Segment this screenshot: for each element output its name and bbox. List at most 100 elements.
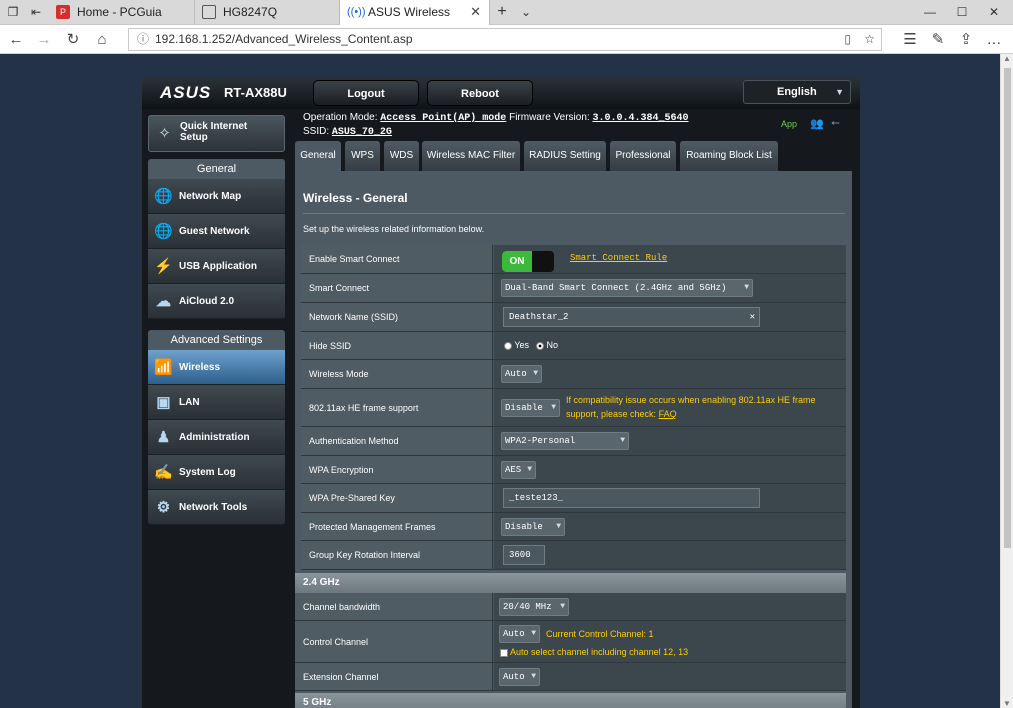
- note-text: If compatibility issue occurs when enabl…: [566, 395, 816, 419]
- close-window-icon[interactable]: ✕: [986, 4, 1002, 20]
- wpa-encryption-select[interactable]: AES ▼: [501, 461, 536, 479]
- row-control-channel: Control Channel Auto ▼ Current Control Ch…: [295, 621, 846, 663]
- gkri-input[interactable]: 3600: [503, 545, 545, 565]
- router-model: RT-AX88U: [224, 85, 287, 100]
- sidebar-item-system-log[interactable]: ✍ System Log: [148, 455, 285, 490]
- wpa-psk-input[interactable]: _teste123_: [503, 488, 760, 508]
- reading-view-icon[interactable]: ▯: [844, 29, 851, 50]
- row-hide-ssid: Hide SSID Yes No: [301, 332, 846, 360]
- minimize-icon[interactable]: —: [922, 4, 938, 20]
- chevron-down-icon: ▼: [560, 602, 565, 611]
- row-label: Enable Smart Connect: [301, 245, 493, 273]
- row-smart-connect: Smart Connect Dual-Band Smart Connect (2…: [301, 274, 846, 303]
- back-icon[interactable]: ←: [6, 30, 26, 50]
- sidebar-item-wireless[interactable]: 📶 Wireless: [148, 350, 285, 385]
- hide-ssid-no-option[interactable]: No: [536, 340, 558, 350]
- tab-wireless-mac-filter[interactable]: Wireless MAC Filter: [422, 141, 520, 171]
- new-tab-icon[interactable]: +: [494, 4, 510, 20]
- tab-actions-icon[interactable]: ❐: [5, 4, 21, 20]
- share-icon[interactable]: ⇪: [956, 30, 976, 50]
- radio-no[interactable]: [536, 341, 544, 350]
- clients-icon[interactable]: 👥: [810, 117, 824, 130]
- advanced-section-header: Advanced Settings: [148, 330, 285, 350]
- refresh-icon[interactable]: ↻: [63, 30, 83, 50]
- tab-radius-setting[interactable]: RADIUS Setting: [524, 141, 606, 171]
- browser-tab-pcguia[interactable]: P Home - PCGuia: [49, 0, 195, 25]
- browser-tab-hg8247q[interactable]: HG8247Q: [195, 0, 340, 25]
- select-value: 20/40 MHz: [503, 602, 552, 612]
- select-value: AES: [505, 465, 522, 475]
- chevron-down-icon: ▼: [556, 522, 561, 531]
- select-value: Auto: [503, 672, 525, 682]
- favorites-hub-icon[interactable]: ☰: [900, 30, 920, 50]
- logout-button[interactable]: Logout: [313, 80, 419, 106]
- lan-icon: ▣: [156, 394, 171, 411]
- row-label: Protected Management Frames: [301, 513, 493, 540]
- usb-status-icon[interactable]: ⭠: [831, 117, 840, 130]
- tab-wps[interactable]: WPS: [345, 141, 380, 171]
- maximize-icon[interactable]: ☐: [954, 4, 970, 20]
- router-panel: ASUS RT-AX88U Logout Reboot English ▼ Op…: [142, 77, 860, 708]
- reboot-button[interactable]: Reboot: [427, 80, 533, 106]
- radio-yes[interactable]: [504, 341, 512, 350]
- auth-method-select[interactable]: WPA2-Personal ▼: [501, 432, 629, 450]
- scroll-up-icon[interactable]: ▲: [1003, 54, 1011, 63]
- tab-professional[interactable]: Professional: [610, 141, 676, 171]
- sidebar-item-administration[interactable]: ♟ Administration: [148, 420, 285, 455]
- firmware-link[interactable]: 3.0.0.4.384_5640: [592, 113, 688, 124]
- chevron-down-icon: ▼: [531, 629, 536, 638]
- smart-connect-rule-link[interactable]: Smart Connect Rule: [570, 253, 667, 263]
- sidebar-item-usb-application[interactable]: ⚡ USB Application: [148, 249, 285, 284]
- auto-select-option[interactable]: Auto select channel including channel 12…: [500, 645, 688, 659]
- sidebar-item-guest-network[interactable]: 🌐 Guest Network: [148, 214, 285, 249]
- more-menu-icon[interactable]: …: [984, 30, 1004, 50]
- clear-icon[interactable]: ✕: [750, 308, 755, 326]
- faq-link[interactable]: FAQ: [659, 409, 677, 419]
- sidebar-item-aicloud[interactable]: ☁ AiCloud 2.0: [148, 284, 285, 319]
- close-tab-icon[interactable]: ✕: [470, 0, 481, 24]
- he-frame-select[interactable]: Disable ▼: [501, 399, 560, 417]
- address-bar: ← → ↻ ⌂ ⓘ 192.168.1.252/Advanced_Wireles…: [0, 25, 1013, 54]
- url-field[interactable]: ⓘ 192.168.1.252/Advanced_Wireless_Conten…: [128, 28, 882, 51]
- ssid-link[interactable]: ASUS_70_2G: [332, 127, 392, 138]
- favorite-star-icon[interactable]: ☆: [864, 29, 875, 50]
- pmf-select[interactable]: Disable ▼: [501, 518, 565, 536]
- wireless-mode-select[interactable]: Auto ▼: [501, 365, 542, 383]
- smart-connect-select[interactable]: Dual-Band Smart Connect (2.4GHz and 5GHz…: [501, 279, 753, 297]
- notes-pen-icon[interactable]: ✎: [928, 30, 948, 50]
- page-scrollbar[interactable]: ▲ ▼: [1000, 54, 1013, 708]
- scroll-thumb[interactable]: [1004, 68, 1011, 548]
- scroll-down-icon[interactable]: ▼: [1003, 699, 1011, 708]
- tab-roaming-block-list[interactable]: Roaming Block List: [680, 141, 778, 171]
- row-label: 802.11ax HE frame support: [301, 389, 493, 426]
- tab-wds[interactable]: WDS: [384, 141, 419, 171]
- tools-icon: ⚙: [156, 499, 171, 516]
- smart-connect-toggle[interactable]: ON: [502, 251, 554, 272]
- browser-tab-asus[interactable]: ((•)) ASUS Wireless Router R ✕: [340, 0, 490, 43]
- control-channel-select[interactable]: Auto ▼: [499, 625, 540, 643]
- row-he-frame: 802.11ax HE frame support Disable ▼ If co…: [301, 389, 846, 427]
- select-value: WPA2-Personal: [505, 436, 576, 446]
- sidebar-item-network-map[interactable]: 🌐 Network Map: [148, 179, 285, 214]
- channel-bandwidth-select[interactable]: 20/40 MHz ▼: [499, 598, 569, 616]
- page-description: Set up the wireless related information …: [303, 224, 485, 234]
- home-icon[interactable]: ⌂: [92, 30, 112, 50]
- sidebar-item-network-tools[interactable]: ⚙ Network Tools: [148, 490, 285, 525]
- tab-list-chevron-icon[interactable]: ⌄: [518, 4, 534, 20]
- quick-internet-setup-button[interactable]: ✧ Quick Internet Setup: [148, 115, 285, 152]
- hide-ssid-yes-option[interactable]: Yes: [504, 340, 529, 350]
- tab-general[interactable]: General: [295, 141, 341, 171]
- language-select[interactable]: English ▼: [743, 80, 851, 104]
- extension-channel-select[interactable]: Auto ▼: [499, 668, 540, 686]
- chevron-down-icon: ▼: [744, 283, 749, 292]
- browser-window: ❐ ⇤ P Home - PCGuia HG8247Q ((•)) ASUS W…: [0, 0, 1013, 708]
- ssid-info: SSID: ASUS_70_2G: [303, 126, 392, 138]
- op-mode-link[interactable]: Access Point(AP) mode: [380, 113, 506, 124]
- auto-select-checkbox[interactable]: [500, 648, 508, 657]
- row-label: Extension Channel: [295, 663, 493, 690]
- ssid-input[interactable]: Deathstar_2 ✕: [503, 307, 760, 327]
- set-aside-icon[interactable]: ⇤: [28, 4, 44, 20]
- app-status[interactable]: App: [781, 119, 797, 129]
- sidebar-item-lan[interactable]: ▣ LAN: [148, 385, 285, 420]
- forward-icon[interactable]: →: [34, 30, 54, 50]
